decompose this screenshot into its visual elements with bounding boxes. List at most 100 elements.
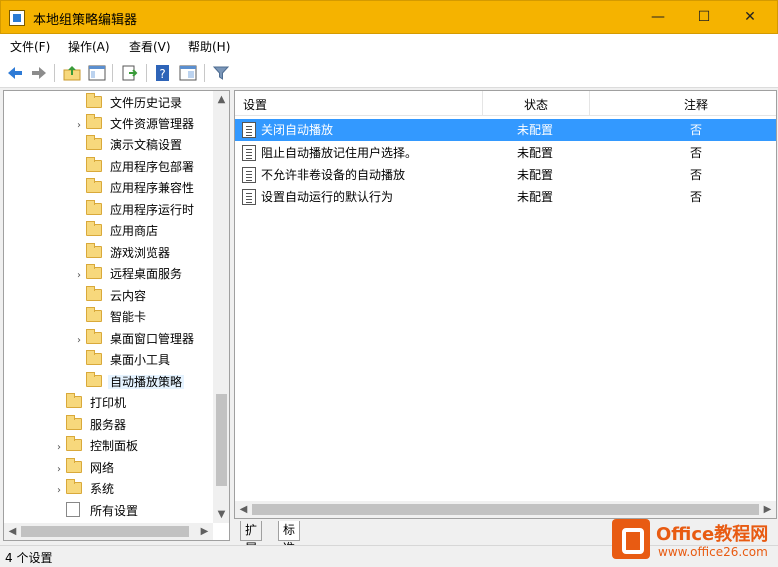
scroll-left-icon[interactable]: ◀ [4,523,21,540]
folder-icon [86,221,102,236]
scroll-thumb[interactable] [21,526,189,537]
tree-item[interactable]: › 控制面板 [52,436,140,456]
tree-item-label: 应用商店 [110,224,159,238]
tree-item-label: 演示文稿设置 [110,138,183,152]
column-header-setting[interactable]: 设置 [243,96,267,113]
toolbar-separator [112,64,113,82]
tree-item-label: 服务器 [90,418,127,432]
chevron-right-icon[interactable]: › [72,116,86,136]
tree-item-label: 应用程序兼容性 [110,181,195,195]
setting-comment: 否 [690,168,703,182]
forward-arrow-icon[interactable] [30,64,48,82]
tree-item[interactable]: 游戏浏览器 [72,243,172,263]
tree-item[interactable]: › 系统 [52,479,116,499]
folder-icon [66,393,82,408]
list-item[interactable]: 设置自动运行的默认行为 未配置 否 [235,186,776,208]
folder-icon [86,264,102,279]
close-button[interactable]: ✕ [727,1,773,33]
settings-list: 设置 状态 注释 关闭自动播放 未配置 否 阻止自动播放记住用户选择。 未配置 … [234,90,777,519]
chevron-right-icon[interactable]: › [72,266,86,286]
tree-item[interactable]: 文件历史记录 [72,93,184,113]
tree-item[interactable]: › 文件资源管理器 [72,114,196,134]
chevron-right-icon[interactable]: › [52,460,66,480]
tree-item[interactable]: 云内容 [72,286,148,306]
tab-extended[interactable]: 扩展 [240,521,263,555]
help-icon[interactable]: ? [154,64,172,82]
folder-icon [86,114,102,129]
folder-icon [86,178,102,193]
tree-horizontal-scrollbar[interactable]: ◀ ▶ [4,523,213,540]
chevron-right-icon[interactable]: › [52,481,66,501]
watermark-title: Office教程网 [656,524,769,545]
tree-item[interactable]: 打印机 [52,393,128,413]
chevron-right-icon[interactable]: › [72,331,86,351]
office-logo-icon [612,519,650,559]
tree-item[interactable]: 应用商店 [72,221,160,241]
tree-item-label: 远程桌面服务 [110,267,183,281]
list-item[interactable]: 不允许非卷设备的自动播放 未配置 否 [235,164,776,186]
scroll-left-icon[interactable]: ◀ [235,501,252,518]
menu-view[interactable]: 查看(V) [129,38,171,55]
tree-item[interactable]: 所有设置 [52,501,140,521]
tree-item[interactable]: › 桌面窗口管理器 [72,329,196,349]
toolbar-separator [146,64,147,82]
tree-item[interactable]: 服务器 [52,415,128,435]
folder-icon [86,135,102,150]
menu-file[interactable]: 文件(F) [10,38,50,55]
folder-icon [86,93,102,108]
navigation-tree: 文件历史记录 › 文件资源管理器 演示文稿设置 应用程序包部署 应用程序兼容性 应… [3,90,230,541]
tab-standard[interactable]: 标准 [278,521,301,555]
tree-item-label: 桌面小工具 [110,353,171,367]
properties-icon[interactable] [179,64,197,82]
setting-name: 不允许非卷设备的自动播放 [261,168,406,182]
gpedit-app-icon [9,10,25,26]
column-header-comment[interactable]: 注释 [684,96,708,113]
folder-icon [66,479,82,494]
folder-icon [66,415,82,430]
maximize-button[interactable]: ☐ [681,1,727,33]
tree-item[interactable]: › 远程桌面服务 [72,264,184,284]
tree-item[interactable]: 桌面小工具 [72,350,172,370]
back-arrow-icon[interactable] [6,64,24,82]
menu-action[interactable]: 操作(A) [68,38,110,55]
setting-name: 设置自动运行的默认行为 [261,190,394,204]
scroll-right-icon[interactable]: ▶ [196,523,213,540]
tree-item-label: 游戏浏览器 [110,246,171,260]
tree-item[interactable]: 应用程序包部署 [72,157,196,177]
tree-item-selected[interactable]: 自动播放策略 [72,372,185,392]
watermark: Office教程网 www.office26.com [610,515,778,565]
scroll-thumb[interactable] [216,394,227,486]
chevron-right-icon[interactable]: › [52,438,66,458]
tree-item[interactable]: 应用程序兼容性 [72,178,196,198]
list-item[interactable]: 阻止自动播放记住用户选择。 未配置 否 [235,142,776,164]
up-folder-icon[interactable] [63,64,81,82]
setting-comment: 否 [690,190,703,204]
export-list-icon[interactable] [121,64,139,82]
folder-icon [86,200,102,215]
tree-item[interactable]: 演示文稿设置 [72,135,184,155]
tree-item[interactable]: 应用程序运行时 [72,200,196,220]
tree-vertical-scrollbar[interactable]: ▲ ▼ [213,91,229,523]
tree-item-label: 打印机 [90,396,127,410]
toolbar-separator [204,64,205,82]
column-header-state[interactable]: 状态 [524,96,548,113]
tree-item-label: 桌面窗口管理器 [110,332,195,346]
column-divider[interactable] [482,91,483,116]
policy-setting-icon [242,189,256,205]
scroll-thumb[interactable] [252,504,759,515]
setting-state: 未配置 [517,168,554,182]
minimize-button[interactable]: — [635,1,681,33]
toolbar-separator [54,64,55,82]
tree-item[interactable]: 智能卡 [72,307,148,327]
title-bar: 本地组策略编辑器 — ☐ ✕ [0,0,778,34]
scroll-up-icon[interactable]: ▲ [213,91,229,108]
menu-help[interactable]: 帮助(H) [188,38,230,55]
show-hide-tree-icon[interactable] [88,64,106,82]
watermark-url: www.office26.com [658,545,768,559]
scroll-down-icon[interactable]: ▼ [213,506,229,523]
filter-icon[interactable] [212,64,230,82]
column-divider[interactable] [589,91,590,116]
list-item-selected[interactable]: 关闭自动播放 未配置 否 [235,119,776,141]
tree-item[interactable]: › 网络 [52,458,116,478]
policy-setting-icon [242,167,256,183]
